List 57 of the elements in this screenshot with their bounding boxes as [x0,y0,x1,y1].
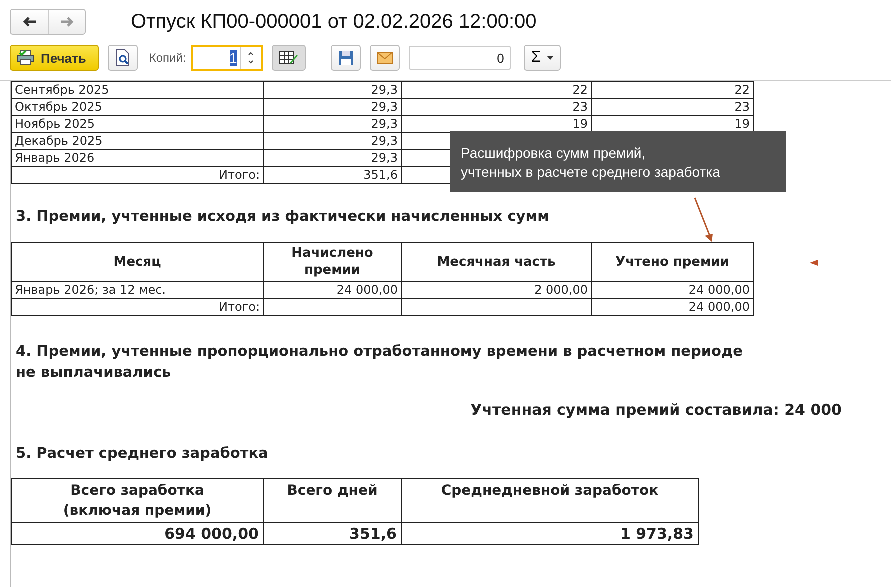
table-cell: 29,3 [264,132,402,150]
table-cell: 24 000,00 [592,282,754,298]
sum-button[interactable]: Σ [524,45,562,71]
table-cell: 29,3 [264,116,402,132]
column-header: Месячная часть [402,242,592,282]
bonus-total-text: Учтенная сумма премий составила: 24 000 [470,401,842,419]
table-cell: Сентябрь 2025 [12,82,264,98]
envelope-icon [377,52,394,64]
marker-icon [810,260,818,266]
table-cell: 29,3 [264,150,402,166]
forward-arrow-icon [60,17,74,27]
table-cell: 29,3 [264,98,402,116]
table-cell: Январь 2026; за 12 мес. [12,282,264,298]
table-cell: 351,6 [264,522,402,544]
table-cell: 351,6 [264,166,402,184]
table-cell: 2 000,00 [402,282,592,298]
table-cell: 24 000,00 [264,282,402,298]
edit-table-button[interactable] [272,45,306,71]
copies-label: Копий: [149,51,186,65]
table-cell: 22 [592,82,754,98]
table-cell: 23 [592,98,754,116]
table-cell: 1 973,83 [402,522,698,544]
tooltip: Расшифровка сумм премий, учтенных в расчете среднего заработка [450,131,786,192]
printer-icon [17,50,35,66]
save-button[interactable] [331,45,362,71]
table-cell: 22 [402,82,592,98]
pointer-arrow-icon [692,196,716,244]
preview-button[interactable] [108,45,138,71]
dropdown-caret-icon [547,56,554,60]
table-cell: Итого: [12,166,264,184]
section-heading: 5. Расчет среднего заработка [16,446,270,462]
table-cell: Ноябрь 2025 [12,116,264,132]
table-cell: Итого: [12,298,264,316]
table-pencil-icon [279,50,300,66]
column-header: Начислено премии [264,242,402,282]
page-search-icon [115,49,132,67]
column-header: Всего дней [264,478,402,522]
table-cell: 29,3 [264,82,402,98]
table-cell: Октябрь 2025 [12,98,264,116]
column-header: Всего заработка (включая премии) [12,478,264,522]
back-arrow-icon [22,17,36,27]
section-heading: 4. Премии, учтенные пропорционально отработанному времени в расчетном периоде не выплачивались [16,343,744,383]
copies-field[interactable]: 1 [191,45,264,71]
table-cell: Январь 2026 [12,150,264,166]
email-button[interactable] [370,45,400,71]
spin-arrows-icon [247,50,256,66]
table-cell: 24 000,00 [592,298,754,316]
section-heading: 3. Премии, учтенные исходя из фактически начисленных сумм [16,209,550,225]
column-header: Учтено премии [592,242,754,282]
column-header: Среднедневной заработок [402,478,698,522]
table-cell: 23 [402,98,592,116]
table-cell: Декабрь 2025 [12,132,264,150]
window-title: Отпуск КП00-000001 от 02.02.2026 12:00:00 [131,10,537,34]
table-cell: 694 000,00 [12,522,264,544]
column-header: Месяц [12,242,264,282]
print-button[interactable]: Печать [10,45,100,71]
sum-field[interactable]: 0 [409,46,512,70]
